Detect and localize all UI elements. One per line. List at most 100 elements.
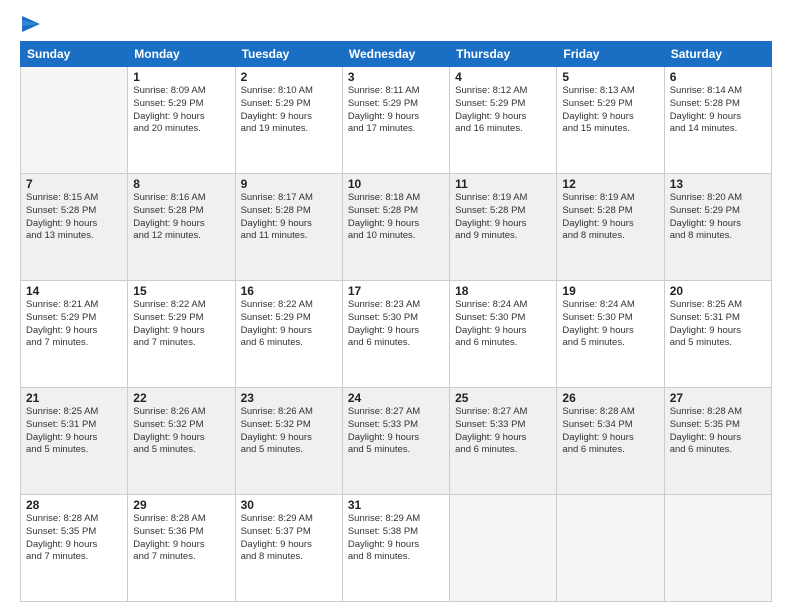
day-info: Sunrise: 8:26 AMSunset: 5:32 PMDaylight:…	[241, 406, 337, 457]
day-number: 7	[26, 177, 122, 191]
day-info: Sunrise: 8:15 AMSunset: 5:28 PMDaylight:…	[26, 192, 122, 243]
col-header-thursday: Thursday	[450, 42, 557, 67]
col-header-monday: Monday	[128, 42, 235, 67]
col-header-tuesday: Tuesday	[235, 42, 342, 67]
day-number: 13	[670, 177, 766, 191]
day-info: Sunrise: 8:09 AMSunset: 5:29 PMDaylight:…	[133, 85, 229, 136]
calendar-header-row: SundayMondayTuesdayWednesdayThursdayFrid…	[21, 42, 772, 67]
day-number: 29	[133, 498, 229, 512]
calendar-week-row: 1Sunrise: 8:09 AMSunset: 5:29 PMDaylight…	[21, 67, 772, 174]
calendar-cell	[21, 67, 128, 174]
day-info: Sunrise: 8:18 AMSunset: 5:28 PMDaylight:…	[348, 192, 444, 243]
day-number: 26	[562, 391, 658, 405]
day-number: 17	[348, 284, 444, 298]
day-info: Sunrise: 8:28 AMSunset: 5:35 PMDaylight:…	[670, 406, 766, 457]
day-info: Sunrise: 8:27 AMSunset: 5:33 PMDaylight:…	[455, 406, 551, 457]
day-info: Sunrise: 8:25 AMSunset: 5:31 PMDaylight:…	[670, 299, 766, 350]
calendar-cell: 3Sunrise: 8:11 AMSunset: 5:29 PMDaylight…	[342, 67, 449, 174]
day-info: Sunrise: 8:29 AMSunset: 5:38 PMDaylight:…	[348, 513, 444, 564]
day-number: 31	[348, 498, 444, 512]
calendar-cell: 1Sunrise: 8:09 AMSunset: 5:29 PMDaylight…	[128, 67, 235, 174]
calendar-week-row: 7Sunrise: 8:15 AMSunset: 5:28 PMDaylight…	[21, 174, 772, 281]
calendar-cell: 16Sunrise: 8:22 AMSunset: 5:29 PMDayligh…	[235, 281, 342, 388]
calendar-cell: 20Sunrise: 8:25 AMSunset: 5:31 PMDayligh…	[664, 281, 771, 388]
col-header-friday: Friday	[557, 42, 664, 67]
calendar-cell: 13Sunrise: 8:20 AMSunset: 5:29 PMDayligh…	[664, 174, 771, 281]
calendar-cell: 4Sunrise: 8:12 AMSunset: 5:29 PMDaylight…	[450, 67, 557, 174]
calendar-cell: 23Sunrise: 8:26 AMSunset: 5:32 PMDayligh…	[235, 388, 342, 495]
day-number: 28	[26, 498, 122, 512]
calendar-week-row: 14Sunrise: 8:21 AMSunset: 5:29 PMDayligh…	[21, 281, 772, 388]
calendar-cell: 17Sunrise: 8:23 AMSunset: 5:30 PMDayligh…	[342, 281, 449, 388]
day-info: Sunrise: 8:11 AMSunset: 5:29 PMDaylight:…	[348, 85, 444, 136]
calendar-cell: 19Sunrise: 8:24 AMSunset: 5:30 PMDayligh…	[557, 281, 664, 388]
calendar-cell: 21Sunrise: 8:25 AMSunset: 5:31 PMDayligh…	[21, 388, 128, 495]
calendar-cell	[557, 495, 664, 602]
calendar-cell: 30Sunrise: 8:29 AMSunset: 5:37 PMDayligh…	[235, 495, 342, 602]
calendar-cell: 26Sunrise: 8:28 AMSunset: 5:34 PMDayligh…	[557, 388, 664, 495]
day-number: 10	[348, 177, 444, 191]
day-number: 21	[26, 391, 122, 405]
day-number: 23	[241, 391, 337, 405]
calendar-cell: 7Sunrise: 8:15 AMSunset: 5:28 PMDaylight…	[21, 174, 128, 281]
calendar-week-row: 28Sunrise: 8:28 AMSunset: 5:35 PMDayligh…	[21, 495, 772, 602]
day-info: Sunrise: 8:20 AMSunset: 5:29 PMDaylight:…	[670, 192, 766, 243]
day-number: 12	[562, 177, 658, 191]
day-info: Sunrise: 8:24 AMSunset: 5:30 PMDaylight:…	[455, 299, 551, 350]
day-info: Sunrise: 8:17 AMSunset: 5:28 PMDaylight:…	[241, 192, 337, 243]
day-info: Sunrise: 8:28 AMSunset: 5:34 PMDaylight:…	[562, 406, 658, 457]
day-number: 11	[455, 177, 551, 191]
day-number: 30	[241, 498, 337, 512]
day-info: Sunrise: 8:25 AMSunset: 5:31 PMDaylight:…	[26, 406, 122, 457]
day-number: 14	[26, 284, 122, 298]
calendar-cell: 2Sunrise: 8:10 AMSunset: 5:29 PMDaylight…	[235, 67, 342, 174]
day-info: Sunrise: 8:10 AMSunset: 5:29 PMDaylight:…	[241, 85, 337, 136]
day-number: 4	[455, 70, 551, 84]
day-info: Sunrise: 8:22 AMSunset: 5:29 PMDaylight:…	[241, 299, 337, 350]
day-number: 2	[241, 70, 337, 84]
logo	[20, 18, 40, 33]
col-header-saturday: Saturday	[664, 42, 771, 67]
calendar-cell: 31Sunrise: 8:29 AMSunset: 5:38 PMDayligh…	[342, 495, 449, 602]
calendar-cell: 22Sunrise: 8:26 AMSunset: 5:32 PMDayligh…	[128, 388, 235, 495]
page: SundayMondayTuesdayWednesdayThursdayFrid…	[0, 0, 792, 612]
calendar-cell: 11Sunrise: 8:19 AMSunset: 5:28 PMDayligh…	[450, 174, 557, 281]
day-info: Sunrise: 8:23 AMSunset: 5:30 PMDaylight:…	[348, 299, 444, 350]
day-info: Sunrise: 8:12 AMSunset: 5:29 PMDaylight:…	[455, 85, 551, 136]
calendar-cell: 27Sunrise: 8:28 AMSunset: 5:35 PMDayligh…	[664, 388, 771, 495]
day-info: Sunrise: 8:28 AMSunset: 5:35 PMDaylight:…	[26, 513, 122, 564]
day-number: 19	[562, 284, 658, 298]
logo-icon	[22, 16, 40, 36]
day-info: Sunrise: 8:22 AMSunset: 5:29 PMDaylight:…	[133, 299, 229, 350]
day-number: 8	[133, 177, 229, 191]
day-number: 1	[133, 70, 229, 84]
day-number: 27	[670, 391, 766, 405]
calendar-cell: 8Sunrise: 8:16 AMSunset: 5:28 PMDaylight…	[128, 174, 235, 281]
day-number: 24	[348, 391, 444, 405]
calendar-cell: 10Sunrise: 8:18 AMSunset: 5:28 PMDayligh…	[342, 174, 449, 281]
day-number: 22	[133, 391, 229, 405]
calendar-week-row: 21Sunrise: 8:25 AMSunset: 5:31 PMDayligh…	[21, 388, 772, 495]
day-info: Sunrise: 8:14 AMSunset: 5:28 PMDaylight:…	[670, 85, 766, 136]
calendar-cell: 15Sunrise: 8:22 AMSunset: 5:29 PMDayligh…	[128, 281, 235, 388]
calendar-cell: 6Sunrise: 8:14 AMSunset: 5:28 PMDaylight…	[664, 67, 771, 174]
day-number: 6	[670, 70, 766, 84]
calendar-cell: 12Sunrise: 8:19 AMSunset: 5:28 PMDayligh…	[557, 174, 664, 281]
calendar-cell: 25Sunrise: 8:27 AMSunset: 5:33 PMDayligh…	[450, 388, 557, 495]
col-header-wednesday: Wednesday	[342, 42, 449, 67]
calendar-cell: 29Sunrise: 8:28 AMSunset: 5:36 PMDayligh…	[128, 495, 235, 602]
day-info: Sunrise: 8:13 AMSunset: 5:29 PMDaylight:…	[562, 85, 658, 136]
day-number: 16	[241, 284, 337, 298]
calendar-cell: 28Sunrise: 8:28 AMSunset: 5:35 PMDayligh…	[21, 495, 128, 602]
header	[20, 18, 772, 33]
day-info: Sunrise: 8:19 AMSunset: 5:28 PMDaylight:…	[455, 192, 551, 243]
day-number: 18	[455, 284, 551, 298]
day-info: Sunrise: 8:21 AMSunset: 5:29 PMDaylight:…	[26, 299, 122, 350]
day-info: Sunrise: 8:24 AMSunset: 5:30 PMDaylight:…	[562, 299, 658, 350]
calendar-cell: 5Sunrise: 8:13 AMSunset: 5:29 PMDaylight…	[557, 67, 664, 174]
day-info: Sunrise: 8:19 AMSunset: 5:28 PMDaylight:…	[562, 192, 658, 243]
day-info: Sunrise: 8:28 AMSunset: 5:36 PMDaylight:…	[133, 513, 229, 564]
calendar-cell: 9Sunrise: 8:17 AMSunset: 5:28 PMDaylight…	[235, 174, 342, 281]
day-info: Sunrise: 8:27 AMSunset: 5:33 PMDaylight:…	[348, 406, 444, 457]
day-number: 5	[562, 70, 658, 84]
